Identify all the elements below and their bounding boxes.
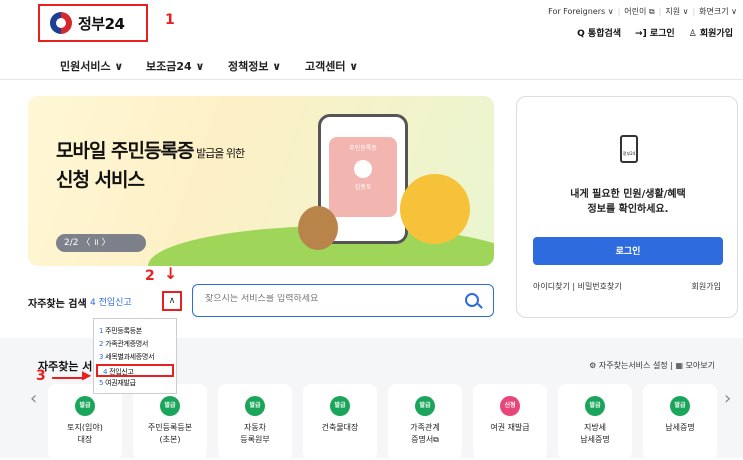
header: 정부24 1 For Foreigners ∨ | 어린이 ⧉ | 지원 ∨ | 화면… [0, 0, 743, 48]
right-arrow-icon [52, 377, 86, 379]
nav-policy-info[interactable]: 정책정보 ∨ [228, 58, 281, 74]
nav-civil-service[interactable]: 민원서비스 ∨ [60, 58, 123, 74]
logo-text: 정부24 [78, 14, 125, 33]
nav-customer-center[interactable]: 고객센터 ∨ [305, 58, 358, 74]
squirrel-character-icon [400, 174, 470, 244]
service-card[interactable]: 발급 지방세 납세증명 [558, 384, 632, 460]
dropdown-option[interactable]: 1 주민등록등본 [94, 325, 176, 338]
issue-badge-icon: 발급 [330, 396, 350, 416]
kids-link[interactable]: 어린이 ⧉ [624, 6, 654, 17]
phone-card-name: 김총포 [354, 184, 372, 191]
chevron-right-icon[interactable]: › [724, 388, 731, 409]
integrated-search-link[interactable]: Q 통합검색 [577, 26, 621, 39]
service-card[interactable]: 발급 토지(임야) 대장 [48, 384, 122, 460]
login-link[interactable]: →] 로그인 [635, 26, 675, 39]
search-input[interactable] [205, 294, 455, 304]
for-foreigners-link[interactable]: For Foreigners ∨ [548, 7, 613, 16]
banner-title: 모바일 주민등록증 발급을 위한 신청 서비스 [56, 140, 245, 191]
promo-banner[interactable]: 주민등록증 김총포 모바일 주민등록증 발급을 위한 신청 서비스 2/2 〈 … [28, 96, 494, 266]
banner-pager[interactable]: 2/2 〈 ॥ 〉 [56, 234, 146, 252]
dropdown-option[interactable]: 2 가족관계증명서 [94, 338, 176, 351]
support-link[interactable]: 지원 ∨ [665, 6, 688, 17]
dropdown-option[interactable]: 3 세목별과세증명서 [94, 351, 176, 364]
utility-links: For Foreigners ∨ | 어린이 ⧉ | 지원 ∨ | 화면크기 ∨ [548, 6, 737, 17]
issue-badge-icon: 발급 [585, 396, 605, 416]
font-size-link[interactable]: 화면크기 ∨ [699, 6, 737, 17]
annotation-3: 3 [36, 368, 46, 384]
signup-link[interactable]: ♙ 회원가입 [689, 26, 733, 39]
service-card[interactable]: 발급 주민등록등본 (초본) [133, 384, 207, 460]
service-card[interactable]: 발급 납세증명 [643, 384, 717, 460]
service-card[interactable]: 발급 자동차 등록원부 [218, 384, 292, 460]
annotation-2: 2 [145, 268, 155, 284]
join-link[interactable]: 회원가입 [692, 281, 721, 292]
service-card[interactable]: 발급 건축물대장 [303, 384, 377, 460]
issue-badge-icon: 발급 [160, 396, 180, 416]
issue-badge-icon: 발급 [75, 396, 95, 416]
find-account-links[interactable]: 아이디찾기 | 비밀번호찾기 [533, 281, 622, 292]
login-card: 정부24 내게 필요한 민원/생활/혜택 정보를 확인하세요. 로그인 아이디찾… [516, 96, 738, 318]
apply-badge-icon: 신청 [500, 396, 520, 416]
issue-badge-icon: 발급 [670, 396, 690, 416]
chevron-left-icon[interactable]: ‹ [30, 388, 37, 409]
site-logo[interactable]: 정부24 [38, 4, 148, 42]
freq-search-select[interactable]: 4 전입신고 ∧ [90, 291, 185, 311]
service-card[interactable]: 발급 가족관계 증명서⧉ [388, 384, 462, 460]
main-nav: 민원서비스 ∨ 보조금24 ∨ 정책정보 ∨ 고객센터 ∨ [0, 48, 743, 80]
avatar-icon [354, 160, 372, 178]
arrow-head-icon: ▶ [82, 368, 92, 382]
services-settings-links[interactable]: ⚙ 자주찾는서비스 설정 | ▦ 모아보기 [589, 360, 715, 371]
freq-search-dropdown: 1 주민등록등본 2 가족관계증명서 3 세목별과세증명서 4 전입신고 5 여… [93, 318, 177, 394]
dropdown-option[interactable]: 5 여권재발급 [94, 377, 176, 390]
search-icon[interactable] [465, 293, 479, 307]
chevron-up-icon[interactable]: ∧ [162, 291, 182, 311]
header-actions: Q 통합검색 →] 로그인 ♙ 회원가입 [577, 26, 733, 39]
login-button[interactable]: 로그인 [533, 237, 723, 265]
freq-search-value: 4 전입신고 [90, 298, 132, 308]
mobile-gov24-icon: 정부24 [620, 135, 638, 163]
down-arrow-icon: ↓ [164, 264, 178, 283]
phone-card-label: 주민등록증 [349, 145, 377, 152]
login-card-message: 내게 필요한 민원/생활/혜택 정보를 확인하세요. [570, 189, 686, 215]
dropdown-option-selected[interactable]: 4 전입신고 [96, 364, 174, 377]
search-box[interactable] [192, 284, 494, 317]
nav-subsidy24[interactable]: 보조금24 ∨ [146, 58, 204, 74]
service-card[interactable]: 신청 여권 재발급 [473, 384, 547, 460]
taegeuk-logo-icon [50, 12, 72, 34]
issue-badge-icon: 발급 [415, 396, 435, 416]
annotation-1: 1 [165, 12, 175, 28]
issue-badge-icon: 발급 [245, 396, 265, 416]
freq-search-label: 자주찾는 검색 [28, 299, 87, 310]
owl-character-icon [298, 206, 338, 250]
